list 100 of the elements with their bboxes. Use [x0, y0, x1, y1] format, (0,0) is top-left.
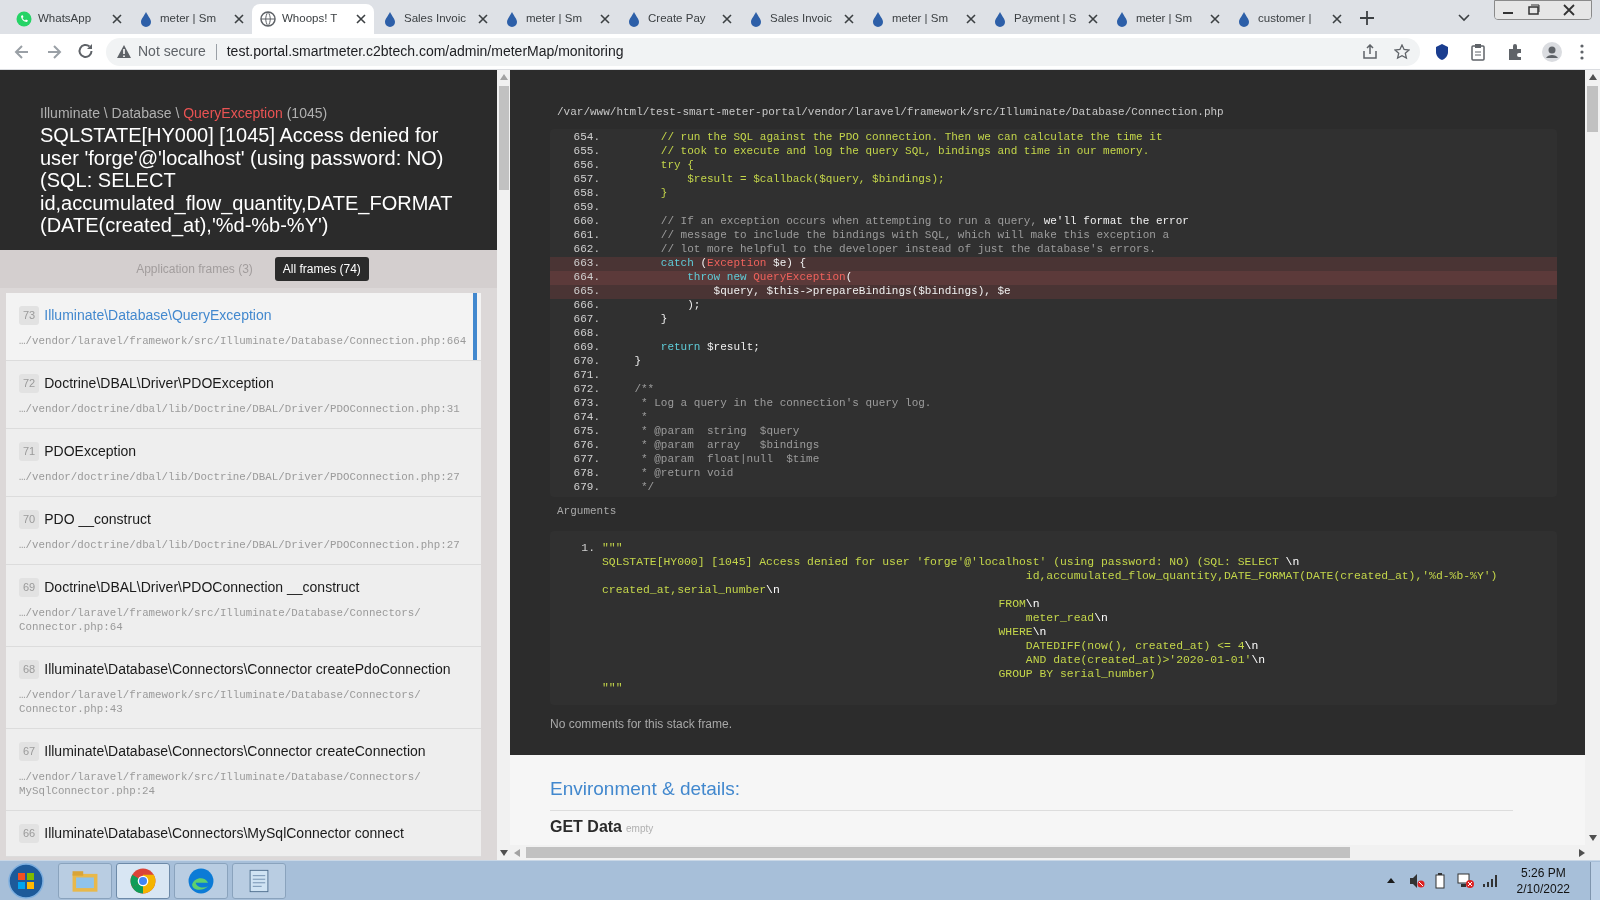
scroll-up-icon[interactable]	[1588, 74, 1597, 80]
code-line: */	[640, 480, 655, 495]
browser-tab[interactable]: Sales Invoic	[374, 4, 496, 34]
line-number: 666.	[572, 298, 600, 313]
frame-filter-tab[interactable]: All frames (74)	[274, 257, 369, 281]
line-number: 657.	[572, 172, 600, 187]
close-icon	[600, 14, 610, 24]
signal-icon[interactable]	[1482, 874, 1499, 887]
scrollbar-thumb[interactable]	[498, 86, 509, 190]
stack-frame[interactable]: 66 Illuminate\Database\Connectors\MySqlConnector connect	[6, 811, 481, 857]
argument-value: """ SQLSTATE[HY000] [1045] Access denied for user 'forge'@'localhost' (using password: NO) (SQL: SELECT \n id,accumulated_flow_quantity,DATE_FORMAT(DATE(created_at),'%d-%b-%Y') created_at,serial_number\n FROM\n meter_read\n WHERE\n DATEDIFF(now(), created_at) <= 4\n AND date(created_at)>'2020-01-01'\n GROUP BY serial_number) """	[602, 541, 1498, 695]
network-error-icon[interactable]	[1456, 872, 1475, 889]
drop-icon	[870, 11, 886, 27]
browser-tab[interactable]: meter | Sm	[130, 4, 252, 34]
code-line: $query, $this->prepareBindings($bindings), $e	[712, 284, 1011, 299]
tray-arrow-icon[interactable]	[1386, 878, 1395, 883]
start-button[interactable]	[6, 861, 46, 900]
browser-tab[interactable]: Sales Invoic	[740, 4, 862, 34]
section-title: Environment & details:	[550, 775, 1513, 811]
clipboard-icon[interactable]	[1470, 42, 1486, 61]
share-icon[interactable]	[1362, 43, 1378, 60]
stack-frame[interactable]: 68 Illuminate\Database\Connectors\Connector createPdoConnection …/vendor/laravel/framework/src/Illuminate/Database/Connectors/Connector.php:43	[6, 647, 481, 729]
drop-icon	[626, 11, 642, 27]
code-line: // message to include the bindings with SQL, which will make this exception a	[659, 228, 1170, 243]
frame-name: Illuminate\Database\Connectors\Connector createPdoConnection	[44, 660, 451, 679]
frame-file-path: …/vendor/doctrine/dbal/lib/Doctrine/DBAL/Driver/PDOConnection.php:27	[19, 470, 461, 484]
stack-frame[interactable]: 67 Illuminate\Database\Connectors\Connector createConnection …/vendor/laravel/framework/src/Illuminate/Database/Connectors/MySqlConnector.php:24	[6, 729, 481, 811]
frame-name: Doctrine\DBAL\Driver\PDOException	[44, 374, 274, 393]
stack-frame[interactable]: 72 Doctrine\DBAL\Driver\PDOException …/vendor/doctrine/dbal/lib/Doctrine/DBAL/Driver/PDOConnection.php:31	[6, 361, 481, 429]
tab-search-icon	[1458, 14, 1470, 22]
scroll-right-icon[interactable]	[1579, 848, 1585, 857]
frame-name: PDOException	[44, 442, 137, 461]
new-tab-icon	[1360, 11, 1374, 25]
frame-index: 67	[19, 742, 40, 761]
address-bar[interactable]: Not secure test.portal.smartmeter.c2btech.com/admin/meterMap/monitoring	[106, 37, 1420, 66]
drop-icon	[504, 11, 520, 27]
browser-tab[interactable]: meter | Sm	[1106, 4, 1228, 34]
scroll-down-icon[interactable]	[499, 850, 508, 856]
taskbar-app[interactable]	[116, 862, 170, 899]
drop-icon	[1236, 11, 1252, 27]
frame-index: 72	[19, 374, 40, 393]
code-line: * @param array $bindings	[640, 438, 820, 453]
browser-tab[interactable]: WhatsApp	[8, 4, 130, 34]
stack-frame[interactable]: 70 PDO __construct …/vendor/doctrine/dbal/lib/Doctrine/DBAL/Driver/PDOConnection.php:27	[6, 497, 481, 565]
scrollbar-thumb[interactable]	[1587, 86, 1598, 132]
stack-frame[interactable]: 71 PDOException …/vendor/doctrine/dbal/lib/Doctrine/DBAL/Driver/PDOConnection.php:27	[6, 429, 481, 497]
frame-file-path: …/vendor/doctrine/dbal/lib/Doctrine/DBAL/Driver/PDOConnection.php:31	[19, 402, 461, 416]
taskbar-app[interactable]	[174, 862, 228, 899]
extensions-icon[interactable]	[1506, 42, 1524, 61]
browser-tab[interactable]: meter | Sm	[862, 4, 984, 34]
line-number: 662.	[572, 242, 600, 257]
chat-bubble-icon	[16, 11, 32, 27]
volume-muted-icon[interactable]	[1408, 872, 1425, 889]
code-line: }	[633, 354, 641, 369]
frame-name: Illuminate\Database\Connectors\Connector createConnection	[44, 742, 426, 761]
code-line: // took to execute and log the query SQL, bindings and time in our memory.	[659, 144, 1150, 159]
stack-frame[interactable]: 69 Doctrine\DBAL\Driver\PDOConnection __construct …/vendor/laravel/framework/src/Illuminate/Database/Connectors/Connector.php:64	[6, 565, 481, 647]
line-number: 676.	[572, 438, 600, 453]
drop-icon	[748, 11, 764, 27]
code-line: return $result;	[659, 340, 760, 355]
browser-tab[interactable]: Create Pay	[618, 4, 740, 34]
empty-note: empty	[626, 821, 654, 836]
url-text: test.portal.smartmeter.c2btech.com/admin/meterMap/monitoring	[226, 42, 624, 61]
close-icon	[478, 14, 488, 24]
line-number: 675.	[572, 424, 600, 439]
clock[interactable]: 5:26 PM 2/10/2022	[1516, 864, 1570, 897]
close-icon	[966, 14, 976, 24]
arguments-label: Arguments	[557, 503, 618, 519]
line-number: 669.	[572, 340, 600, 355]
line-number: 674.	[572, 410, 600, 425]
close-icon	[1210, 14, 1220, 24]
drop-icon	[138, 11, 154, 27]
line-number: 659.	[572, 200, 600, 215]
frame-name: PDO __construct	[44, 510, 151, 529]
file-path: /var/www/html/test-smart-meter-portal/vendor/laravel/framework/src/Illuminate/Database/Connection.php	[557, 105, 1225, 120]
profile-icon[interactable]	[1542, 41, 1562, 62]
star-icon[interactable]	[1394, 43, 1410, 60]
browser-tab[interactable]: customer |	[1228, 4, 1350, 34]
code-line: *	[640, 410, 648, 425]
scroll-down-icon[interactable]	[1588, 835, 1597, 841]
frame-index: 70	[19, 510, 40, 529]
line-number: 671.	[572, 368, 600, 383]
security-label: Not secure	[138, 42, 206, 61]
line-number: 672.	[572, 382, 600, 397]
exception-message: SQLSTATE[HY000] [1045] Access denied for user 'forge'@'localhost' (using password: NO) (SQL: SELECT id,accumulated_flow_quantity,DATE_FORMAT(DATE(created_at),'%d-%b-%Y')	[40, 124, 454, 237]
close-icon	[844, 14, 854, 24]
browser-tab[interactable]: Payment | S	[984, 4, 1106, 34]
code-line: );	[686, 298, 701, 313]
browser-tab[interactable]: meter | Sm	[496, 4, 618, 34]
close-icon	[356, 14, 366, 24]
code-line: // lot more helpful to the developer instead of just the database's errors.	[659, 242, 1156, 257]
browser-tab[interactable]: Whoops! T	[252, 4, 374, 34]
scrollbar-thumb[interactable]	[526, 847, 1350, 858]
battery-icon[interactable]	[1434, 872, 1445, 889]
menu-icon[interactable]	[1580, 43, 1584, 60]
code-line: * @param float|null $time	[640, 452, 820, 467]
close-icon	[1088, 14, 1098, 24]
warning-icon	[116, 44, 132, 59]
code-line: * @return void	[640, 466, 734, 481]
shield-icon[interactable]	[1434, 42, 1450, 61]
